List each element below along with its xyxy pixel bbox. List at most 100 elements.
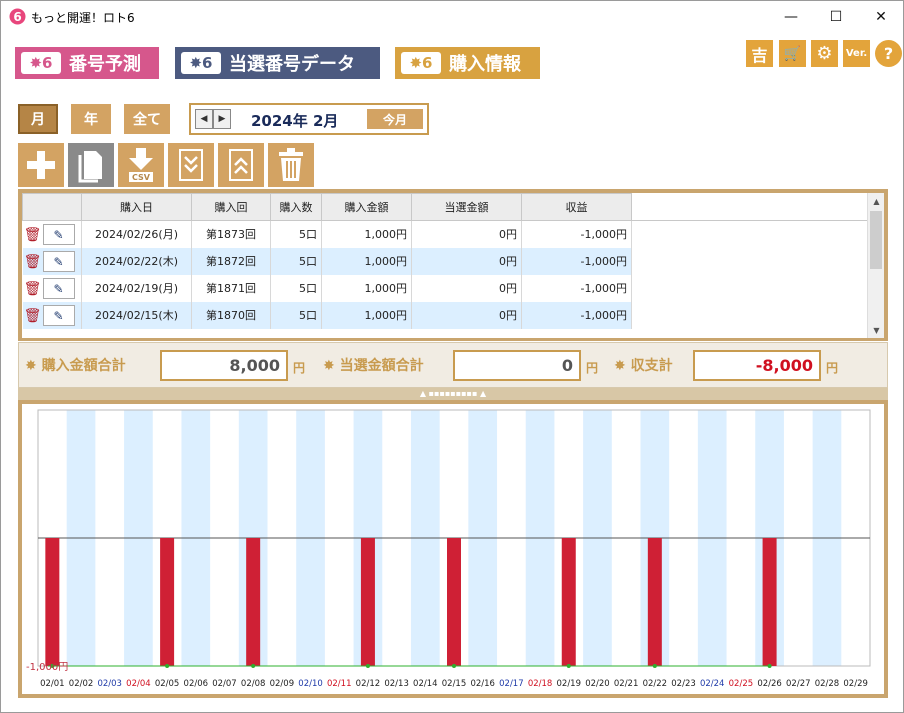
scroll-down-icon[interactable]: ▼ bbox=[868, 322, 884, 338]
tab-label: 購入情報 bbox=[449, 54, 521, 75]
copy-icon bbox=[78, 151, 102, 183]
row-delete-icon[interactable]: 🗑 bbox=[23, 254, 43, 270]
fortune-icon[interactable]: 吉 bbox=[746, 40, 773, 67]
cell-count: 5口 bbox=[270, 247, 322, 275]
copy-button[interactable] bbox=[68, 143, 114, 187]
table-row[interactable]: 🗑 ✎ 2024/02/19(月) 第1871回 5口 1,000円 0円 -1,… bbox=[22, 274, 868, 302]
scroll-up-icon[interactable]: ▲ bbox=[868, 193, 884, 209]
header-win[interactable]: 当選金額 bbox=[411, 193, 522, 221]
current-month-label: 2024年 2月 bbox=[251, 112, 339, 130]
chart-x-tick-label: 02/13 bbox=[384, 679, 409, 689]
prev-month-button[interactable]: ◀ bbox=[195, 109, 213, 129]
table-row[interactable]: 🗑 ✎ 2024/02/15(木) 第1870回 5口 1,000円 0円 -1,… bbox=[22, 301, 868, 329]
win-total-unit: 円 bbox=[586, 361, 599, 375]
table-scrollbar[interactable]: ▲ ▼ bbox=[867, 193, 884, 338]
month-navigator: ◀ ▶ 2024年 2月 今月 bbox=[189, 103, 429, 135]
chart-x-tick-label: 02/28 bbox=[815, 679, 840, 689]
period-month-button[interactable]: 月 bbox=[18, 104, 58, 134]
row-edit-icon[interactable]: ✎ bbox=[42, 250, 75, 272]
chart-x-tick-label: 02/11 bbox=[327, 679, 352, 689]
row-edit-icon[interactable]: ✎ bbox=[42, 277, 75, 299]
chart-x-tick-label: 02/02 bbox=[69, 679, 94, 689]
chart-bar bbox=[561, 538, 576, 666]
splitter-handle[interactable]: ▲ ▪▪▪▪▪▪▪▪▪ ▲ bbox=[18, 388, 888, 400]
this-month-button[interactable]: 今月 bbox=[367, 109, 423, 129]
row-delete-icon[interactable]: 🗑 bbox=[23, 308, 43, 324]
scroll-top-button[interactable] bbox=[218, 143, 264, 187]
svg-text:6: 6 bbox=[13, 10, 21, 24]
tab-label: 番号予測 bbox=[69, 54, 141, 75]
chart-x-tick-label: 02/24 bbox=[700, 679, 725, 689]
csv-download-button[interactable]: CSV bbox=[118, 143, 164, 187]
header-count[interactable]: 購入数 bbox=[270, 193, 322, 221]
loto6-badge-icon: ✸6 bbox=[21, 52, 61, 74]
chart-x-tick-label: 02/12 bbox=[356, 679, 381, 689]
cell-date: 2024/02/22(木) bbox=[81, 247, 192, 275]
chart-x-tick-label: 02/25 bbox=[729, 679, 754, 689]
chart-x-tick-label: 02/14 bbox=[413, 679, 438, 689]
help-icon[interactable]: ? bbox=[875, 40, 902, 67]
tab-number-prediction[interactable]: ✸6 番号予測 bbox=[15, 47, 159, 79]
chart-x-tick-label: 02/07 bbox=[212, 679, 237, 689]
row-delete-icon[interactable]: 🗑 bbox=[23, 227, 43, 243]
next-month-button[interactable]: ▶ bbox=[213, 109, 231, 129]
app-logo-icon: 6 bbox=[9, 8, 26, 25]
cell-profit: -1,000円 bbox=[521, 247, 632, 275]
chart-bar bbox=[160, 538, 175, 666]
header-date[interactable]: 購入日 bbox=[81, 193, 192, 221]
table-row[interactable]: 🗑 ✎ 2024/02/26(月) 第1873回 5口 1,000円 0円 -1,… bbox=[22, 220, 868, 248]
chart-x-tick-label: 02/17 bbox=[499, 679, 524, 689]
cell-profit: -1,000円 bbox=[521, 220, 632, 248]
row-edit-icon[interactable]: ✎ bbox=[42, 304, 75, 326]
totals-panel: ✸ 購入金額合計 8,000 円 ✸ 当選金額合計 0 円 ✸ 収支計 -8,0… bbox=[18, 342, 888, 388]
loto6-badge-icon: ✸6 bbox=[401, 52, 441, 74]
scroll-bottom-icon bbox=[179, 149, 203, 181]
cell-round: 第1871回 bbox=[191, 274, 271, 302]
cell-win: 0円 bbox=[411, 274, 522, 302]
chart-x-tick-label: 02/22 bbox=[643, 679, 668, 689]
cell-date: 2024/02/26(月) bbox=[81, 220, 192, 248]
cell-win: 0円 bbox=[411, 247, 522, 275]
header-filler bbox=[631, 193, 868, 221]
minimize-button[interactable]: — bbox=[768, 1, 814, 32]
table-row[interactable]: 🗑 ✎ 2024/02/22(木) 第1872回 5口 1,000円 0円 -1,… bbox=[22, 247, 868, 275]
delete-button[interactable] bbox=[268, 143, 314, 187]
purchase-total-value: 8,000 bbox=[160, 350, 288, 381]
maximize-button[interactable]: ☐ bbox=[813, 1, 859, 32]
scroll-thumb[interactable] bbox=[870, 211, 882, 269]
add-button[interactable] bbox=[18, 143, 64, 187]
chart-cumulative-point bbox=[767, 664, 772, 668]
gear-icon[interactable]: ⚙ bbox=[811, 40, 838, 67]
tab-winning-data[interactable]: ✸6 当選番号データ bbox=[175, 47, 380, 79]
row-delete-icon[interactable]: 🗑 bbox=[23, 281, 43, 297]
version-icon[interactable]: Ver. bbox=[843, 40, 870, 67]
row-edit-icon[interactable]: ✎ bbox=[42, 223, 75, 245]
cell-amount: 1,000円 bbox=[321, 247, 412, 275]
close-button[interactable]: ✕ bbox=[858, 1, 904, 32]
chart-x-tick-label: 02/08 bbox=[241, 679, 266, 689]
chart-cumulative-point bbox=[452, 664, 456, 668]
cell-amount: 1,000円 bbox=[321, 274, 412, 302]
header-profit[interactable]: 収益 bbox=[521, 193, 632, 221]
header-round[interactable]: 購入回 bbox=[191, 193, 271, 221]
chart-bar bbox=[762, 538, 777, 666]
purchase-total-label: ✸ 購入金額合計 bbox=[25, 358, 126, 374]
purchase-total-unit: 円 bbox=[293, 361, 306, 375]
chart-x-tick-label: 02/10 bbox=[298, 679, 323, 689]
cell-round: 第1873回 bbox=[191, 220, 271, 248]
chart-x-tick-label: 02/16 bbox=[470, 679, 495, 689]
tab-purchase-info[interactable]: ✸6 購入情報 bbox=[395, 47, 540, 79]
chart-x-tick-label: 02/03 bbox=[97, 679, 122, 689]
profit-chart: -1,000円 02/01 02/02 02/03 02/04 02/05 02/06 02/… bbox=[22, 404, 884, 694]
period-year-button[interactable]: 年 bbox=[71, 104, 111, 134]
period-all-button[interactable]: 全て bbox=[124, 104, 170, 134]
chart-x-tick-label: 02/06 bbox=[184, 679, 209, 689]
scroll-bottom-button[interactable] bbox=[168, 143, 214, 187]
cell-profit: -1,000円 bbox=[521, 274, 632, 302]
win-total-label: ✸ 当選金額合計 bbox=[323, 358, 424, 374]
balance-total-unit: 円 bbox=[826, 361, 839, 375]
header-amount[interactable]: 購入金額 bbox=[321, 193, 412, 221]
cart-icon[interactable]: 🛒 bbox=[779, 40, 806, 67]
csv-download-icon: CSV bbox=[129, 148, 153, 182]
chart-bar bbox=[447, 538, 461, 666]
